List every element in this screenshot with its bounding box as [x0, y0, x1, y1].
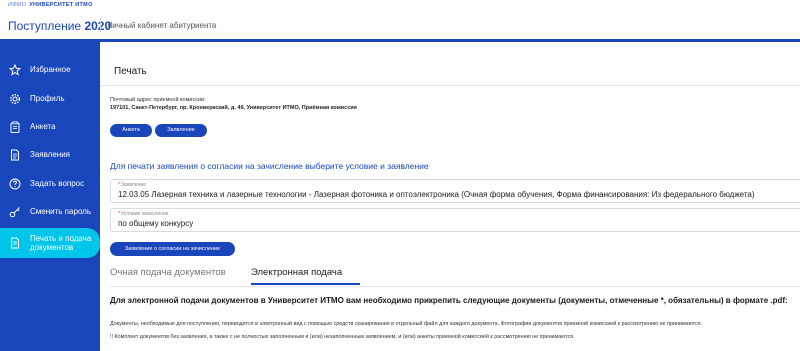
documents-warning: !! Комплект документов без заявления, а … — [110, 334, 575, 340]
logo-mark: ИФМО — [8, 2, 27, 8]
application-select[interactable]: *Заявление 12.03.05 Лазерная техника и л… — [110, 179, 800, 203]
key-icon — [9, 207, 20, 218]
tab-paper-submission[interactable]: Очная подача документов — [110, 267, 226, 278]
header-divider — [100, 18, 101, 32]
sidebar-item-label: Заявления — [30, 150, 71, 159]
itmo-logo[interactable]: ИФМО УНИВЕРСИТЕТ ИТМО — [8, 2, 93, 8]
anketa-print-button[interactable]: Анкета — [110, 124, 152, 137]
brand-title[interactable]: Поступление 2020 — [8, 19, 111, 33]
tab-electronic-submission[interactable]: Электронная подача — [251, 267, 342, 278]
sidebar-item-label: Профиль — [30, 94, 65, 103]
sidebar-item-profile[interactable]: Профиль — [0, 86, 100, 112]
documents-info: Документы, необходимые для поступления, … — [110, 321, 703, 327]
question-icon — [9, 178, 21, 190]
logo-text: УНИВЕРСИТЕТ ИТМО — [29, 2, 93, 8]
document-icon — [11, 149, 19, 161]
application-print-button[interactable]: Заявление — [155, 124, 207, 137]
sidebar-item-applications[interactable]: Заявления — [0, 142, 100, 168]
sidebar-item-label: Избранное — [30, 65, 71, 74]
sidebar: Избранное Профиль Анкета Заявления Задат… — [0, 42, 100, 351]
print-document-icon — [11, 237, 19, 249]
electronic-notice: Для электронной подачи документов в Унив… — [110, 296, 788, 305]
application-value: 12.03.05 Лазерная техника и лазерные тех… — [118, 190, 755, 199]
page-title: Печать — [114, 66, 147, 77]
sidebar-item-label: Печать и подача документов — [30, 234, 92, 252]
app-header: Поступление 2020 Личный кабинет абитурие… — [0, 12, 800, 39]
sidebar-item-label: Сменить пароль — [30, 207, 92, 216]
sidebar-item-change-password[interactable]: Сменить пароль — [0, 199, 100, 225]
field-label: *Условие зачисления — [118, 211, 169, 217]
star-icon — [9, 64, 21, 76]
condition-select[interactable]: *Условие зачисления по общему конкурсу — [110, 208, 800, 232]
consent-print-button[interactable]: Заявление о согласии на зачисление — [110, 242, 235, 256]
submission-tabs: Очная подача документов Электронная пода… — [110, 263, 800, 287]
sidebar-item-anketa[interactable]: Анкета — [0, 114, 100, 140]
brand-prefix: Поступление — [8, 19, 82, 33]
clipboard-icon — [10, 121, 20, 133]
address-label: Почтовый адрес приемной комиссии: — [110, 97, 206, 103]
active-tab-indicator — [251, 283, 360, 285]
address-value: 197101, Санкт-Петербург, пр. Кронверкски… — [110, 105, 357, 111]
field-label: *Заявление — [118, 182, 147, 188]
condition-value: по общему конкурсу — [118, 219, 194, 228]
sidebar-item-print-submit[interactable]: Печать и подача документов — [0, 228, 100, 258]
main-content: Печать Почтовый адрес приемной комиссии:… — [100, 42, 800, 351]
tabs-divider — [110, 286, 800, 287]
title-divider — [100, 85, 800, 86]
sidebar-item-label: Задать вопрос — [30, 179, 85, 188]
sidebar-item-label: Анкета — [30, 122, 56, 131]
sidebar-item-favorites[interactable]: Избранное — [0, 57, 100, 83]
consent-instruction: Для печати заявления о согласии на зачис… — [110, 161, 429, 171]
cabinet-title: Личный кабинет абитуриента — [107, 21, 217, 30]
top-strip: ИФМО УНИВЕРСИТЕТ ИТМО — [0, 0, 800, 12]
gear-icon — [9, 93, 21, 105]
sidebar-item-ask-question[interactable]: Задать вопрос — [0, 171, 100, 197]
